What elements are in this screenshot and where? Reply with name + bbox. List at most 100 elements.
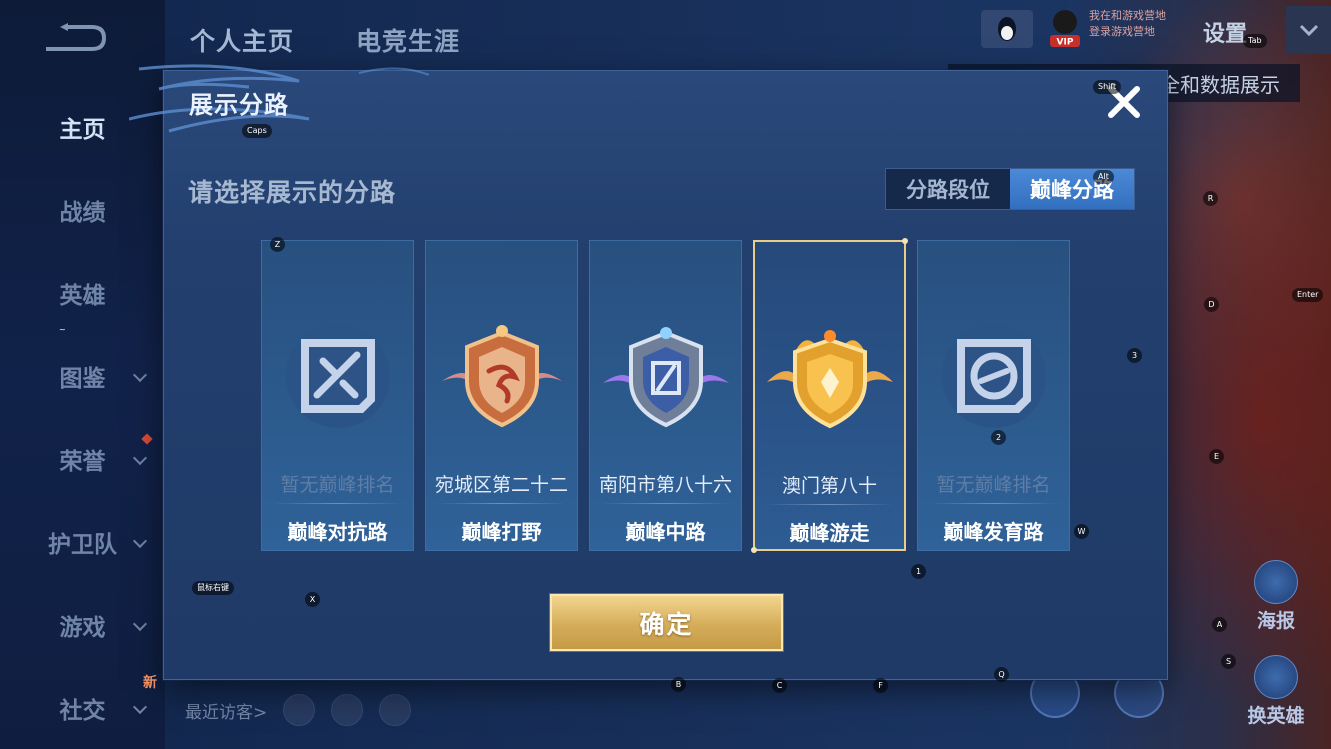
lane-card-clash[interactable]: 暂无巅峰排名 巅峰对抗路 [261, 240, 414, 551]
rank-text: 宛城区第二十二 [434, 474, 568, 496]
farm-lane-icon [941, 324, 1046, 428]
lane-card-roam[interactable]: 澳门第八十 巅峰游走 [751, 238, 908, 553]
chevron-down-icon [132, 616, 148, 631]
sidebar-nav: 主页 战绩 英雄 图鉴 荣誉 护卫队 游戏 社交 新 [0, 85, 165, 749]
card-divider [600, 503, 731, 504]
back-button[interactable] [40, 20, 110, 56]
sidebar-item-home[interactable]: 主页 [0, 85, 165, 168]
key-hint-alt: Alt [1093, 170, 1114, 184]
avatar[interactable] [283, 694, 316, 726]
key-hint-r: R [1203, 191, 1218, 206]
chevron-down-icon [1299, 24, 1318, 36]
key-hint-1: 1 [911, 564, 926, 579]
rank-text: 南阳市第八十六 [598, 474, 732, 496]
lane-card-mid[interactable]: 南阳市第八十六 巅峰中路 [589, 240, 742, 551]
swap-hero-label: 换英雄 [1247, 705, 1305, 727]
prompt-text: 请选择展示的分路 [188, 178, 397, 207]
vip-status-text: 我在和游戏营地 登录游戏营地 [1089, 8, 1166, 40]
card-divider [928, 503, 1059, 504]
key-hint-2: 2 [991, 430, 1006, 445]
confirm-button[interactable]: 确定 [550, 594, 783, 651]
top-tab-bar: 个人主页 电竞生涯 [190, 22, 460, 58]
card-divider [272, 503, 403, 504]
segment-lane-rank[interactable]: 分路段位 [886, 169, 1010, 209]
key-hint-d: D [1204, 297, 1219, 312]
key-hint-f: F [873, 678, 888, 693]
key-hint-z: Z [270, 237, 285, 252]
qq-penguin-icon [998, 17, 1016, 41]
sidebar-item-label: 荣誉 [59, 448, 106, 475]
chevron-down-icon [132, 367, 148, 382]
vip-status-line-2: 登录游戏营地 [1089, 25, 1155, 38]
qq-button[interactable] [981, 10, 1033, 48]
segment-peak-lane[interactable]: 巅峰分路 [1010, 169, 1134, 209]
card-corner-accent [902, 238, 908, 244]
lane-card-list: 暂无巅峰排名 巅峰对抗路 宛城区第二十二 巅峰打野 南阳市第八十六 巅峰中路 澳… [261, 238, 1070, 553]
chevron-down-icon [132, 533, 148, 548]
key-hint-w: W [1074, 524, 1089, 539]
tab-personal-home[interactable]: 个人主页 [190, 22, 294, 58]
swap-hero-icon [1254, 655, 1298, 699]
lane-card-jungle[interactable]: 宛城区第二十二 巅峰打野 [425, 240, 578, 551]
sidebar-item-social[interactable]: 社交 新 [0, 666, 165, 749]
key-hint-enter: Enter [1292, 288, 1324, 302]
key-hint-caps: Caps [242, 124, 272, 138]
clash-lane-icon [285, 324, 390, 428]
key-hint-x: X [305, 592, 320, 607]
new-badge: 新 [143, 675, 157, 691]
sidebar-item-honor[interactable]: 荣誉 [0, 417, 165, 500]
lane-card-farm[interactable]: 暂无巅峰排名 巅峰发育路 [917, 240, 1070, 551]
key-hint-3: 3 [1127, 348, 1142, 363]
card-divider [436, 503, 567, 504]
key-hint-e: E [1209, 449, 1224, 464]
lane-label: 巅峰中路 [625, 520, 706, 544]
sidebar-item-games[interactable]: 游戏 [0, 583, 165, 666]
avatar[interactable] [379, 694, 412, 726]
key-hint-b: B [671, 677, 686, 692]
key-hint-a: A [1212, 617, 1227, 632]
settings-dropdown[interactable] [1286, 6, 1331, 54]
sidebar-item-label: 图鉴 [59, 365, 106, 392]
avatar[interactable] [331, 694, 364, 726]
rank-text: 暂无巅峰排名 [936, 474, 1051, 496]
key-hint-c: C [772, 678, 787, 693]
sidebar-item-records[interactable]: 战绩 [0, 168, 165, 251]
top-right-bar: VIP 我在和游戏营地 登录游戏营地 设置 [981, 6, 1331, 54]
rank-text: 暂无巅峰排名 [280, 474, 395, 496]
recent-visitors[interactable]: 最近访客> [185, 694, 412, 726]
sidebar-item-label: 游戏 [59, 614, 106, 641]
poster-icon [1254, 560, 1298, 604]
card-corner-accent [751, 547, 757, 553]
sidebar-item-label: 社交 [59, 697, 106, 724]
tab-esports-career[interactable]: 电竞生涯 [356, 22, 460, 58]
sidebar-item-label: 英雄 [59, 282, 106, 309]
right-action-buttons: 海报 换英雄 [1241, 560, 1311, 749]
svg-text:VIP: VIP [1057, 38, 1074, 48]
key-hint-tab: Tab [1243, 34, 1267, 48]
chevron-down-icon [132, 699, 148, 714]
vip-status-line-1: 我在和游戏营地 [1089, 9, 1166, 22]
lane-label: 巅峰游走 [789, 521, 870, 545]
lane-label: 巅峰对抗路 [287, 520, 388, 544]
settings-button[interactable]: 设置 [1203, 16, 1247, 48]
rank-text: 澳门第八十 [781, 475, 877, 497]
poster-button[interactable]: 海报 [1241, 560, 1311, 633]
jungle-badge-icon [441, 325, 562, 428]
key-hint-s: S [1221, 654, 1236, 669]
sidebar-item-heroes[interactable]: 英雄 [0, 251, 165, 334]
vip-icon: VIP [1050, 10, 1080, 48]
sidebar-item-guard-team[interactable]: 护卫队 [0, 500, 165, 583]
modal-title: 展示分路 [189, 91, 289, 119]
sidebar-item-label: 主页 [59, 116, 106, 143]
vip-badge[interactable]: VIP [1047, 8, 1083, 48]
poster-label: 海报 [1256, 610, 1295, 632]
mid-lane-badge-icon [602, 327, 729, 428]
key-hint-q: Q [994, 667, 1009, 682]
sidebar-item-codex[interactable]: 图鉴 [0, 334, 165, 417]
swap-hero-button[interactable]: 换英雄 [1241, 655, 1311, 728]
chevron-down-icon [132, 450, 148, 465]
lane-label: 巅峰发育路 [943, 520, 1044, 544]
lane-label: 巅峰打野 [461, 520, 542, 544]
lane-display-modal: 展示分路 请选择展示的分路 分路段位 巅峰分路 暂无巅峰排名 巅峰对抗路 宛城区… [129, 64, 1168, 680]
sidebar-item-label: 护卫队 [48, 531, 117, 558]
